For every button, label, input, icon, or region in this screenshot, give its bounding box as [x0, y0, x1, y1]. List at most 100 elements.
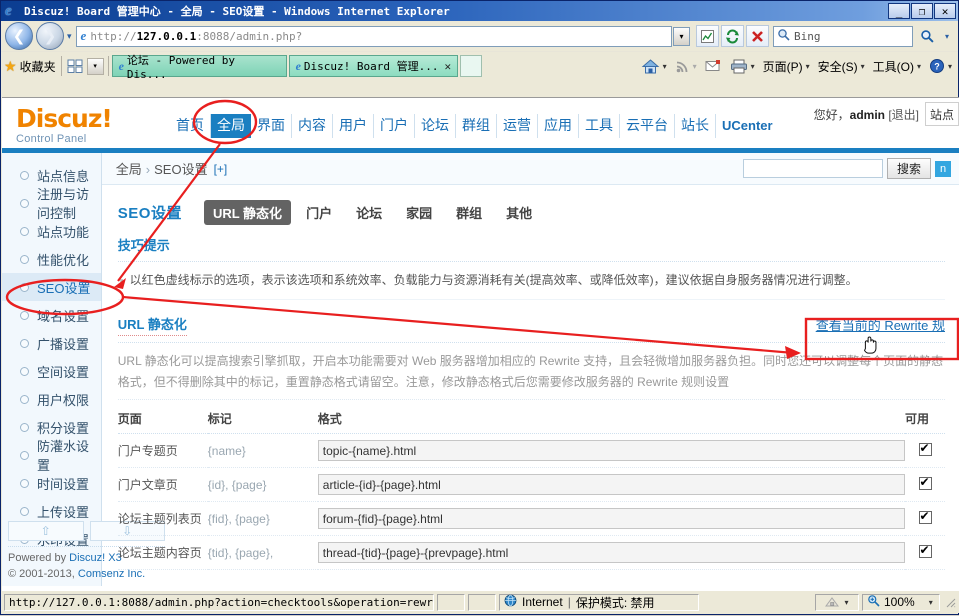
admin-search-input[interactable] [742, 159, 883, 178]
format-input-article[interactable] [317, 474, 905, 495]
back-button[interactable]: ❮ [5, 22, 33, 50]
forward-button[interactable]: ❯ [36, 22, 64, 50]
history-dropdown-icon[interactable]: ▾ [67, 31, 72, 42]
admin-search-button[interactable]: 搜索 [886, 158, 931, 179]
sidebar-item-site-functions[interactable]: 站点功能 [2, 217, 101, 245]
topnav-item-operation[interactable]: 运营 [497, 114, 538, 138]
topnav-item-ucenter[interactable]: UCenter [716, 114, 779, 138]
security-zone[interactable]: Internet | 保护模式: 禁用 [499, 593, 699, 611]
topnav-item-cloud[interactable]: 云平台 [620, 114, 675, 138]
sidebar-item-label: 性能优化 [37, 252, 90, 268]
breadcrumb-expand[interactable]: [+] [214, 162, 228, 176]
mail-icon[interactable] [702, 59, 725, 73]
tab-group[interactable]: 群组 [447, 200, 491, 225]
topnav-item-forum[interactable]: 论坛 [415, 114, 456, 138]
zoom-level: 100% [884, 595, 915, 609]
address-dropdown-button[interactable]: ▾ [673, 26, 690, 46]
tab-home[interactable]: 家园 [397, 200, 441, 225]
page-tabs: SEO设置 URL 静态化 门户 论坛 家园 群组 其他 [118, 195, 945, 229]
page-menu[interactable]: 页面(P) ▾ [760, 58, 813, 75]
sidebar-scroll-up-button[interactable]: ⇧ [8, 521, 84, 541]
tab-other[interactable]: 其他 [497, 200, 541, 225]
browser-tab-admin[interactable]: e Discuz! Board 管理... ✕ [288, 55, 459, 77]
th-enabled: 可用 [905, 406, 945, 434]
resize-grip[interactable] [943, 595, 957, 609]
tips-title: 技巧提示 [117, 229, 945, 262]
admin-search-go-icon[interactable]: n [935, 160, 951, 177]
section-description: URL 静态化可以提高搜索引擎抓取，开启本功能需要对 Web 服务器增加相应的 … [117, 343, 945, 400]
tab-list-dropdown[interactable]: ▾ [86, 57, 104, 75]
enabled-checkbox[interactable] [918, 475, 932, 490]
globe-icon [504, 594, 517, 610]
topnav-item-interface[interactable]: 界面 [251, 114, 292, 138]
cell-mark: {tid}, {page}, [207, 535, 318, 570]
topnav-item-apps[interactable]: 应用 [538, 114, 579, 138]
sidebar-item-label: 站点功能 [37, 224, 90, 240]
bullet-icon [20, 170, 29, 180]
sidebar-item-seo-settings[interactable]: SEO设置 [2, 273, 101, 301]
sidebar-item-broadcast[interactable]: 广播设置 [2, 329, 101, 357]
tab-url-static[interactable]: URL 静态化 [203, 199, 292, 225]
new-tab-button[interactable] [460, 55, 483, 77]
minimize-button[interactable]: _ [888, 3, 910, 19]
tools-menu[interactable]: 工具(O) ▾ [870, 58, 924, 75]
enabled-checkbox[interactable] [918, 543, 932, 558]
enabled-checkbox[interactable] [918, 441, 932, 456]
browser-search-input[interactable]: Bing [773, 25, 913, 47]
table-row: 论坛主题内容页 {tid}, {page}, [117, 535, 945, 570]
topnav-item-webmaster[interactable]: 站长 [675, 114, 716, 138]
sidebar-item-register-access[interactable]: 注册与访问控制 [2, 187, 101, 221]
site-button[interactable]: 站点 [925, 102, 959, 126]
print-icon[interactable]: ▾ [727, 59, 758, 74]
topnav-item-users[interactable]: 用户 [333, 114, 374, 138]
help-icon[interactable]: ? ▾ [926, 58, 955, 74]
search-go-button[interactable] [915, 25, 938, 47]
sidebar-item-time[interactable]: 时间设置 [2, 469, 101, 497]
format-input-thread[interactable] [317, 542, 905, 563]
caret-icon: ▾ [662, 61, 667, 71]
maximize-button[interactable]: ❐ [911, 3, 933, 19]
search-provider-caret-icon[interactable]: ▾ [940, 25, 954, 47]
sidebar-item-antispam[interactable]: 防灌水设置 [2, 439, 101, 473]
close-button[interactable]: ✕ [934, 3, 956, 19]
compatibility-view-icon[interactable] [696, 25, 719, 47]
greeting-label: 您好， [813, 108, 850, 122]
topnav-item-global[interactable]: 全局 [211, 114, 251, 138]
topnav-item-portal[interactable]: 门户 [374, 114, 415, 138]
feeds-icon[interactable]: ▾ [672, 59, 700, 74]
topnav-item-group[interactable]: 群组 [456, 114, 497, 138]
protected-mode-control[interactable]: ▾ [815, 593, 859, 611]
stop-icon[interactable] [746, 25, 769, 47]
address-input[interactable]: e http://127.0.0.1:8088/admin.php? [75, 25, 672, 47]
breadcrumb-bar: 全局 › SEO设置 [+] 搜索 n [101, 153, 959, 185]
ie-logo-icon: e [5, 2, 12, 19]
sidebar-item-performance[interactable]: 性能优化 [2, 245, 101, 273]
breadcrumb-root[interactable]: 全局 [116, 162, 142, 177]
refresh-icon[interactable] [721, 25, 744, 47]
safety-menu[interactable]: 安全(S) ▾ [815, 58, 868, 75]
favorites-label[interactable]: 收藏夹 [20, 58, 56, 75]
tab-close-icon[interactable]: ✕ [445, 60, 452, 73]
tab-portal[interactable]: 门户 [297, 200, 341, 225]
browser-tab-forum[interactable]: e 论坛 - Powered by Dis... [111, 54, 287, 81]
topnav-item-tools[interactable]: 工具 [579, 114, 620, 138]
sidebar-item-domain[interactable]: 域名设置 [2, 301, 101, 329]
topnav-item-content[interactable]: 内容 [292, 114, 333, 138]
zoom-control[interactable]: 100% ▾ [862, 593, 940, 611]
view-rewrite-rules-link[interactable]: 查看当前的 Rewrite 规 [816, 315, 945, 334]
bullet-icon [20, 478, 29, 488]
cell-mark: {fid}, {page} [207, 501, 318, 536]
logout-link[interactable]: [退出] [888, 108, 919, 122]
home-icon[interactable]: ▾ [638, 58, 670, 75]
tab-forum[interactable]: 论坛 [347, 200, 391, 225]
quick-tabs-icon[interactable] [67, 59, 84, 74]
sidebar-item-space[interactable]: 空间设置 [2, 357, 101, 385]
browser-search-placeholder: Bing [794, 29, 821, 43]
enabled-checkbox[interactable] [918, 509, 932, 524]
format-input-forum[interactable] [317, 508, 905, 529]
format-input-topic[interactable] [317, 440, 905, 461]
cell-enabled [905, 467, 945, 502]
cell-enabled [905, 433, 945, 468]
topnav-item-home[interactable]: 首页 [170, 114, 211, 138]
sidebar-item-user-permission[interactable]: 用户权限 [2, 385, 101, 413]
